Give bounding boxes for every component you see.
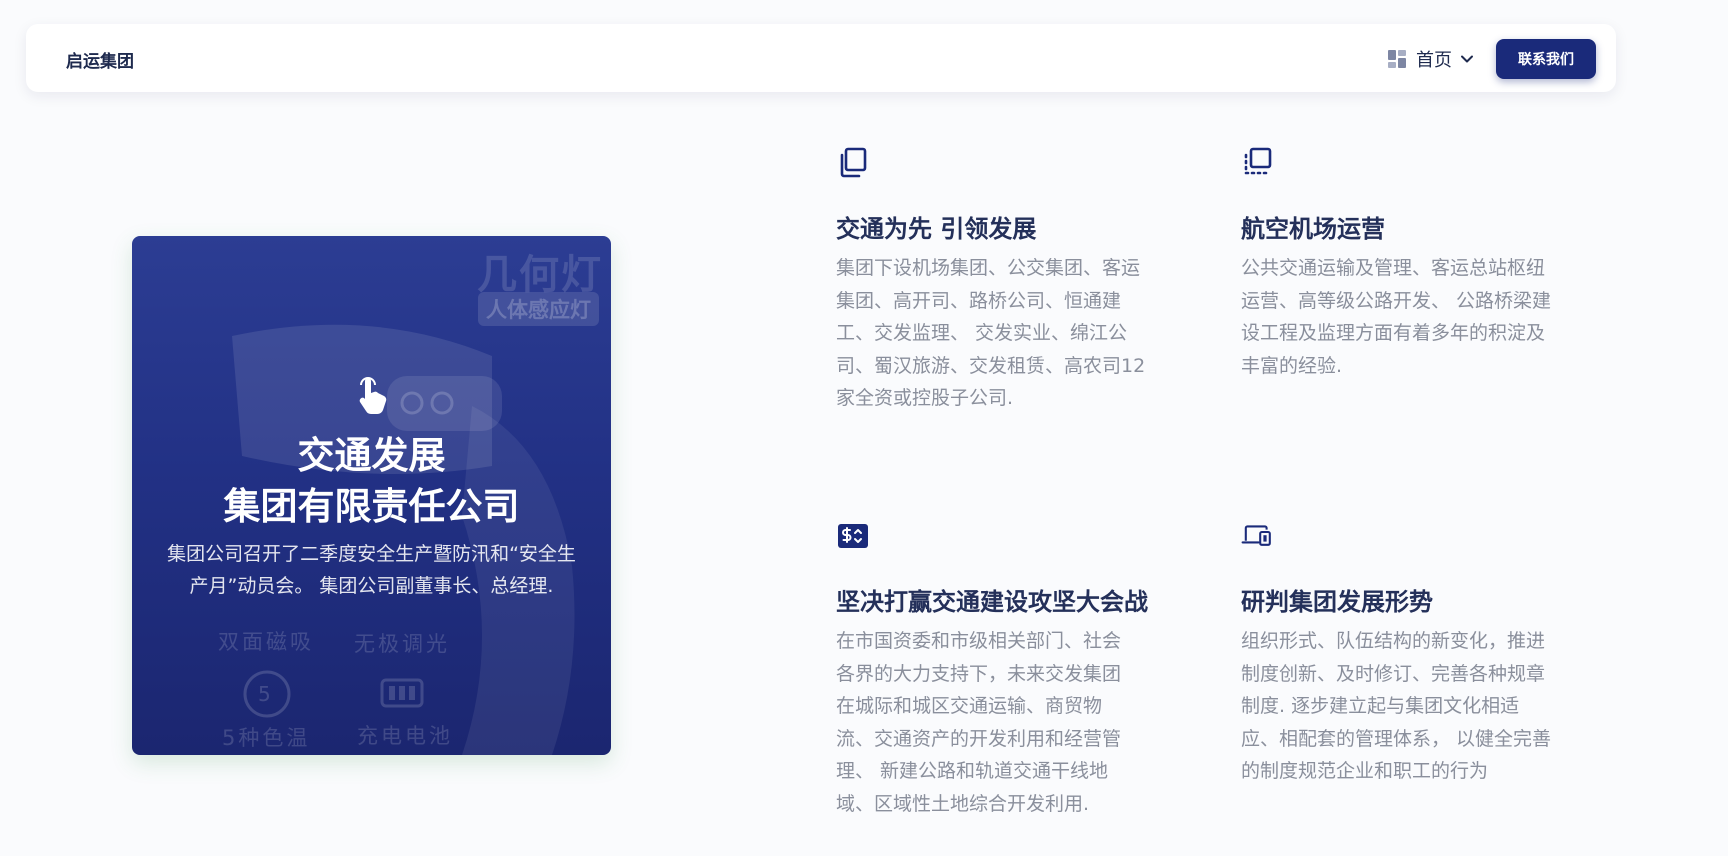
feature-title: 交通为先 引领发展 <box>836 215 1037 243</box>
navbar: 启运集团 首页 联系我们 <box>26 24 1616 92</box>
background-feature-text: 5种色温 <box>222 726 311 750</box>
copy-icon <box>840 147 867 178</box>
hero-title: 交通发展 集团有限责任公司 <box>132 430 611 532</box>
contact-us-button[interactable]: 联系我们 <box>1496 39 1596 79</box>
feature-description: 在市国资委和市级相关部门、社会各界的大力支持下，未来交发集团在城际和城区交通运输… <box>836 630 1122 815</box>
layers-icon <box>1244 147 1272 175</box>
hero-title-line: 集团有限责任公司 <box>223 485 520 528</box>
background-feature-text: 充电电池 <box>357 724 453 748</box>
devices-icon <box>1241 525 1271 546</box>
feature-title: 坚决打赢交通建设攻坚大会战 <box>836 588 1148 616</box>
feature-item: 研判集团发展形势 组织形式、队伍结构的新变化，推进制度创新、及时修订、完善各种规… <box>1241 520 1556 788</box>
nav-actions: 首页 联系我们 <box>1388 39 1596 79</box>
hero-title-line: 交通发展 <box>297 434 446 477</box>
brand-name[interactable]: 启运集团 <box>66 47 134 72</box>
background-dial-number: 5 <box>258 682 274 706</box>
feature-description: 公共交通运输及管理、客运总站枢纽运营、高等级公路开发、 公路桥梁建设工程及监理方… <box>1241 257 1552 377</box>
home-menu[interactable]: 首页 <box>1388 46 1474 72</box>
hand-pointer-icon <box>359 377 386 415</box>
hero-content: 交通发展 集团有限责任公司 集团公司召开了二季度安全生产暨防汛和“安全生产月”动… <box>132 376 611 602</box>
hero-description: 集团公司召开了二季度安全生产暨防汛和“安全生产月”动员会。 集团公司副董事长、总… <box>167 543 576 597</box>
background-feature-text: 双面磁吸 <box>218 630 314 654</box>
feature-title: 航空机场运营 <box>1241 215 1385 243</box>
feature-item: 交通为先 引领发展 集团下设机场集团、公交集团、客运集团、高开司、路桥公司、恒通… <box>836 147 1146 415</box>
background-feature-text: 无极调光 <box>354 632 450 656</box>
chevron-down-icon <box>1461 55 1473 63</box>
money-icon <box>838 524 868 548</box>
home-menu-label: 首页 <box>1416 50 1452 71</box>
hero-card[interactable]: 几何灯 人体感应灯 双面磁吸 无极调光 5 5种色温 充电电池 交通发展 集团有… <box>132 236 611 755</box>
feature-item: 坚决打赢交通建设攻坚大会战 在市国资委和市级相关部门、社会各界的大力支持下，未来… <box>836 520 1148 821</box>
feature-item: 航空机场运营 公共交通运输及管理、客运总站枢纽运营、高等级公路开发、 公路桥梁建… <box>1241 147 1556 382</box>
feature-description: 集团下设机场集团、公交集团、客运集团、高开司、路桥公司、恒通建工、交发监理、 交… <box>836 257 1146 410</box>
feature-description: 组织形式、队伍结构的新变化，推进制度创新、及时修订、完善各种规章制度. 逐步建立… <box>1241 630 1552 783</box>
dashboard-grid-icon <box>1388 50 1406 68</box>
background-product-badge: 人体感应灯 <box>478 292 599 326</box>
feature-title: 研判集团发展形势 <box>1241 588 1433 616</box>
